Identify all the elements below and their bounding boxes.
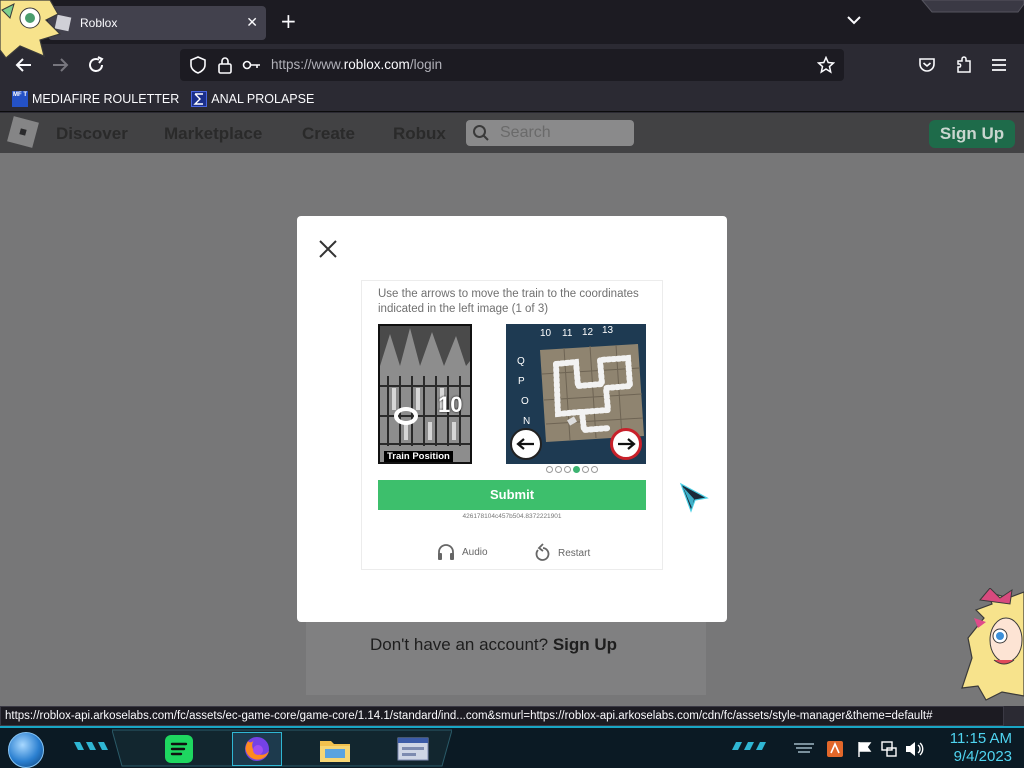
hamburger-menu-icon[interactable] (990, 56, 1008, 74)
firefox-icon (245, 737, 269, 761)
row-label: N (523, 416, 531, 427)
tray-app-icon[interactable] (826, 740, 844, 758)
progress-dot (573, 466, 580, 473)
cartoon-character-sticker (0, 0, 62, 59)
star-bookmark-icon[interactable] (817, 56, 835, 74)
bookmark-label: ANAL PROLAPSE (211, 91, 315, 106)
taskbar-file-explorer-button[interactable] (310, 732, 360, 766)
key-icon[interactable] (242, 57, 262, 73)
col-label: 11 (562, 328, 573, 339)
restart-label: Restart (558, 547, 591, 559)
action-center-flag-icon[interactable] (856, 740, 874, 758)
row-label: Q (517, 356, 525, 367)
url-host: roblox.com (343, 57, 410, 72)
no-account-text: Don't have an account? Sign Up (370, 635, 617, 655)
headphones-icon (438, 544, 454, 560)
no-account-prompt: Don't have an account? (370, 635, 549, 654)
bookmark-mediafire[interactable]: MF T MEDIAFIRE ROULETTER (12, 90, 180, 107)
search-input[interactable]: Search (466, 120, 634, 146)
shield-icon[interactable] (189, 56, 207, 74)
bookmark-label: MEDIAFIRE ROULETTER (32, 91, 180, 106)
clock-time: 11:15 AM (949, 730, 1012, 747)
extensions-puzzle-icon[interactable] (955, 55, 973, 75)
row-label: P (518, 376, 525, 387)
progress-dot (555, 466, 562, 473)
progress-dot (591, 466, 598, 473)
sigma-icon (191, 90, 208, 107)
sign-up-link[interactable]: Sign Up (553, 635, 617, 654)
reload-button[interactable] (83, 52, 109, 78)
url-bar[interactable]: https://www.roblox.com/login (180, 49, 844, 81)
nav-marketplace[interactable]: Marketplace (164, 124, 262, 144)
col-label: 10 (540, 328, 552, 339)
start-orb-button[interactable] (8, 732, 44, 768)
arrow-left-icon (516, 438, 534, 450)
bookmarks-bar: MF T MEDIAFIRE ROULETTER ANAL PROLAPSE (0, 86, 1024, 112)
restart-button[interactable]: Restart (534, 543, 590, 563)
col-label: 13 (602, 325, 614, 336)
tab-title: Roblox (80, 16, 118, 30)
folder-icon (320, 741, 350, 762)
col-label: 12 (582, 327, 594, 338)
search-placeholder: Search (500, 124, 551, 141)
reference-number: 10 (438, 392, 463, 417)
submit-button[interactable]: Submit (378, 480, 646, 510)
browser-nav-bar: https://www.roblox.com/login (0, 44, 1024, 86)
nav-robux[interactable]: Robux (393, 124, 446, 144)
mouse-cursor-icon (679, 482, 709, 513)
decorative-chevrons-icon (74, 742, 108, 750)
tab-roblox[interactable]: Roblox ✕ (48, 6, 266, 40)
url-text[interactable]: https://www.roblox.com/login (271, 57, 442, 72)
taskbar-firefox-button[interactable] (232, 732, 282, 766)
arrow-left-button[interactable] (510, 428, 542, 460)
train-position-label: Train Position (384, 451, 453, 462)
pocket-icon[interactable] (918, 56, 936, 74)
session-id: 426178104c457b504.8372221901 (462, 513, 562, 520)
taskbar-window-button[interactable] (388, 732, 438, 766)
audio-label: Audio (462, 546, 488, 558)
reference-image: 10 Train Position (378, 324, 472, 464)
new-tab-plus-icon[interactable]: + (280, 9, 297, 33)
taskbar-spotify-button[interactable] (154, 732, 204, 766)
arrow-right-button[interactable] (610, 428, 642, 460)
progress-dots (546, 466, 598, 473)
row-label: O (521, 396, 529, 407)
taskbar: 11:15 AM 9/4/2023 (0, 726, 1024, 768)
nav-discover[interactable]: Discover (56, 124, 128, 144)
reload-icon (89, 56, 104, 72)
keyboard-icon[interactable] (792, 742, 816, 756)
train-puzzle-image: 10 11 12 13 Q P O N (506, 324, 646, 464)
nav-create[interactable]: Create (302, 124, 355, 144)
system-clock[interactable]: 11:15 AM 9/4/2023 (932, 730, 1012, 766)
restart-icon (535, 543, 550, 561)
chevron-down-icon[interactable] (844, 10, 864, 30)
spotify-icon (165, 735, 193, 763)
window-caption-decoration (921, 0, 1024, 13)
search-icon (473, 125, 489, 141)
progress-dot (546, 466, 553, 473)
close-icon[interactable] (317, 238, 339, 260)
captcha-instruction: Use the arrows to move the train to the … (378, 288, 639, 315)
status-link-url: https://roblox-api.arkoselabs.com/fc/ass… (0, 706, 1004, 726)
progress-dot (582, 466, 589, 473)
url-prefix: https://www. (271, 57, 344, 72)
application-window-icon (397, 737, 429, 761)
audio-button[interactable]: Audio (436, 543, 488, 561)
tab-close-icon[interactable]: ✕ (246, 15, 258, 31)
cartoon-character-sticker (961, 588, 1024, 701)
browser-tab-bar: Roblox ✕ + (0, 0, 1024, 44)
sign-up-button[interactable]: Sign Up (929, 120, 1015, 148)
network-icon[interactable] (880, 740, 898, 758)
volume-icon[interactable] (904, 740, 924, 758)
progress-dot (564, 466, 571, 473)
url-path: /login (409, 57, 443, 72)
mediafire-icon: MF T (12, 90, 28, 107)
bookmark-second[interactable]: ANAL PROLAPSE (191, 90, 315, 107)
decorative-chevrons-icon (732, 742, 766, 750)
clock-date: 9/4/2023 (953, 748, 1012, 765)
lock-icon[interactable] (217, 56, 233, 74)
arrow-right-icon (618, 438, 636, 450)
captcha-modal: Use the arrows to move the train to the … (297, 216, 727, 622)
captcha-frame: Use the arrows to move the train to the … (361, 280, 663, 570)
